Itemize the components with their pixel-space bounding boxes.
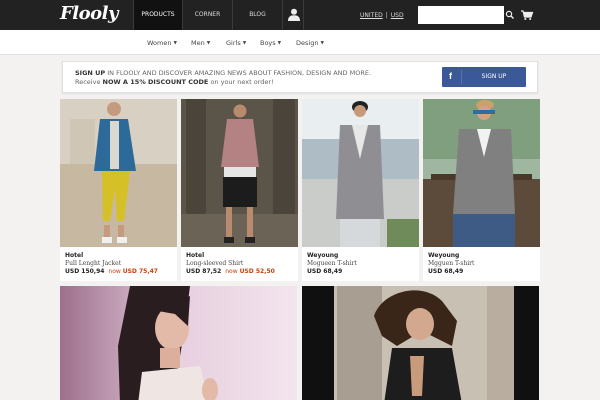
banner-subline-post: on your next order! <box>208 78 274 86</box>
caret-down-icon: ▼ <box>173 41 177 46</box>
sale-price: now USD 52,50 <box>225 268 275 275</box>
facebook-icon: f <box>449 71 452 81</box>
category-label: Women <box>147 39 172 47</box>
product-price: USD 150,94 now USD 75,47 <box>65 268 158 276</box>
banner-headline-text: IN FLOOLY AND DISCOVER AMAZING NEWS ABOU… <box>105 69 372 77</box>
product-info: Hotel Long-sleeved Shirt USD 87,52 now US… <box>186 252 275 276</box>
caret-down-icon: ▼ <box>242 41 247 46</box>
product-info: Hotel Full Lenght Jacket USD 150,94 now U… <box>65 252 158 276</box>
banner-headline: SIGN UP IN FLOOLY AND DISCOVER AMAZING N… <box>75 69 371 77</box>
facebook-signup-button[interactable]: f SIGN UP <box>442 67 526 87</box>
nav-blog[interactable]: BLOG <box>232 0 282 30</box>
product-photo <box>181 99 298 247</box>
product-image[interactable] <box>423 99 540 247</box>
sale-prefix: now <box>225 268 238 275</box>
category-label: Girls <box>226 39 241 47</box>
featured-photo <box>60 286 297 400</box>
signup-banner: SIGN UP IN FLOOLY AND DISCOVER AMAZING N… <box>62 61 538 93</box>
category-design[interactable]: Design ▼ <box>296 39 324 47</box>
locale-selector: UNITED | USD <box>360 12 404 19</box>
cart-button[interactable] <box>518 4 536 26</box>
product-card[interactable]: Hotel Full Lenght Jacket USD 150,94 now U… <box>60 99 177 281</box>
product-price: USD 87,52 now USD 52,50 <box>186 268 275 276</box>
search-button[interactable] <box>504 6 516 24</box>
banner-discount-strong: NOW A 15% DISCOUNT CODE <box>102 78 209 86</box>
caret-down-icon: ▼ <box>206 41 211 46</box>
user-account-button[interactable] <box>282 0 304 30</box>
user-icon <box>288 8 300 21</box>
site-logo[interactable]: Flooly <box>60 3 118 24</box>
featured-photo <box>302 286 539 400</box>
original-price: USD 87,52 <box>186 268 222 275</box>
locale-separator: | <box>385 12 388 19</box>
facebook-signup-label: SIGN UP <box>481 73 507 80</box>
banner-subline-pre: Receive <box>75 78 103 86</box>
category-label: Men <box>191 39 205 47</box>
category-label: Boys <box>260 39 276 47</box>
product-price: USD 68,49 <box>307 268 357 276</box>
sale-amount: USD 52,50 <box>239 268 275 275</box>
product-name[interactable]: Mgguen T-shirt <box>428 260 474 268</box>
top-navigation-bar: Flooly PRODUCTS CORNER BLOG UNITED | USD <box>0 0 600 30</box>
category-girls[interactable]: Girls ▼ <box>226 39 246 47</box>
currency-link[interactable]: USD <box>391 12 404 19</box>
product-card[interactable]: Weyoung Mogueen T-shirt USD 68,49 <box>302 99 419 281</box>
product-brand: Weyoung <box>428 252 460 259</box>
product-image[interactable] <box>302 99 419 247</box>
product-image[interactable] <box>60 99 177 247</box>
original-price: USD 68,49 <box>307 268 343 275</box>
featured-card-woman-pink[interactable] <box>60 286 297 400</box>
product-info: Weyoung Mgguen T-shirt USD 68,49 <box>428 252 474 276</box>
product-photo <box>302 99 419 247</box>
product-info: Weyoung Mogueen T-shirt USD 68,49 <box>307 252 357 276</box>
cart-icon <box>521 10 534 20</box>
nav-products[interactable]: PRODUCTS <box>133 0 182 30</box>
original-price: USD 68,49 <box>428 268 464 275</box>
sale-price: now USD 75,47 <box>108 268 158 275</box>
category-men[interactable]: Men ▼ <box>191 39 210 47</box>
banner-subline: Receive NOW A 15% DISCOUNT CODE on your … <box>75 78 274 86</box>
caret-down-icon: ▼ <box>277 41 282 46</box>
product-brand: Hotel <box>65 252 84 259</box>
sale-prefix: now <box>108 268 121 275</box>
country-link[interactable]: UNITED <box>360 12 383 19</box>
product-brand: Hotel <box>186 252 205 259</box>
product-name[interactable]: Mogueen T-shirt <box>307 260 357 268</box>
sale-amount: USD 75,47 <box>122 268 158 275</box>
search-input[interactable] <box>418 6 504 24</box>
caret-down-icon: ▼ <box>320 41 324 46</box>
product-card[interactable]: Hotel Long-sleeved Shirt USD 87,52 now US… <box>181 99 298 281</box>
product-name[interactable]: Full Lenght Jacket <box>65 260 158 268</box>
category-boys[interactable]: Boys ▼ <box>260 39 281 47</box>
product-price: USD 68,49 <box>428 268 474 276</box>
search-icon <box>505 10 514 19</box>
banner-signup-strong: SIGN UP <box>75 69 106 77</box>
category-bar: Women ▼ Men ▼ Girls ▼ Boys ▼ Design ▼ <box>0 30 600 55</box>
product-name[interactable]: Long-sleeved Shirt <box>186 260 275 268</box>
category-women[interactable]: Women ▼ <box>147 39 177 47</box>
category-label: Design <box>296 39 319 47</box>
original-price: USD 150,94 <box>65 268 105 275</box>
product-image[interactable] <box>181 99 298 247</box>
product-photo <box>423 99 540 247</box>
featured-card-woman-dark[interactable] <box>302 286 539 400</box>
product-photo <box>60 99 177 247</box>
product-card[interactable]: Weyoung Mgguen T-shirt USD 68,49 <box>423 99 540 281</box>
product-brand: Weyoung <box>307 252 339 259</box>
nav-corner[interactable]: CORNER <box>182 0 232 30</box>
